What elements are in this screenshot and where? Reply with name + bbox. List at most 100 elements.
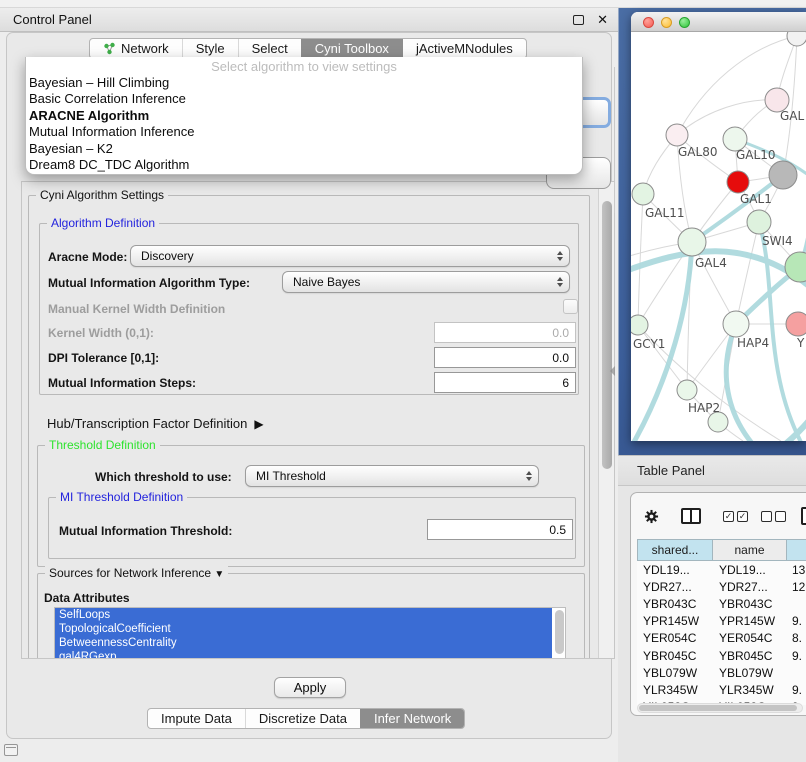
node[interactable] (786, 312, 806, 336)
app-toolbar-edge (0, 0, 806, 8)
node[interactable] (631, 315, 648, 335)
tab-infer-network[interactable]: Infer Network (360, 709, 464, 728)
node[interactable] (677, 380, 697, 400)
network-canvas[interactable]: GAL GAL80 GAL10 GAL1 GAL11 SWI4 GAL4 GCY… (631, 32, 806, 441)
hub-transcription-section-toggle[interactable]: Hub/Transcription Factor Definition ▶ (47, 416, 264, 431)
close-icon[interactable]: ✕ (597, 12, 608, 28)
aracne-mode-select[interactable]: Discovery (130, 245, 570, 267)
tab-impute-data[interactable]: Impute Data (148, 709, 245, 728)
collapse-arrow-icon: ▼ (214, 569, 224, 580)
table-row[interactable]: YPR145WYPR145W9. (637, 613, 806, 630)
data-attributes-list[interactable]: SelfLoops TopologicalCoefficient Between… (54, 607, 566, 659)
apply-button[interactable]: Apply (274, 677, 346, 698)
node-selected[interactable] (727, 171, 749, 193)
sources-section-toggle[interactable]: Sources for Network Inference ▼ (45, 566, 228, 580)
which-threshold-label: Which threshold to use: (95, 470, 232, 484)
table-toolbar: ✓ ✓ (631, 493, 806, 539)
dropdown-item[interactable]: Dream8 DC_TDC Algorithm (26, 157, 582, 173)
node[interactable] (666, 124, 688, 146)
attribute-item[interactable]: SelfLoops (55, 608, 552, 622)
threshold-definition-group: Threshold Definition Which threshold to … (37, 445, 585, 567)
manual-kernel-checkbox[interactable] (563, 299, 578, 314)
expand-arrow-icon: ▶ (254, 417, 263, 431)
export-table-button[interactable] (801, 507, 806, 525)
collapsed-panel-icon[interactable] (4, 744, 18, 756)
node-label: GAL4 (695, 256, 727, 270)
mi-threshold-definition-group: MI Threshold Definition Mutual Informati… (48, 497, 576, 559)
tab-jactivemnodules[interactable]: jActiveMNodules (402, 39, 526, 58)
network-window-titlebar[interactable] (631, 12, 806, 32)
network-graph: GAL GAL80 GAL10 GAL1 GAL11 SWI4 GAL4 GCY… (631, 32, 806, 441)
table-hscrollbar[interactable] (637, 703, 803, 713)
node-label: GAL10 (736, 148, 775, 162)
checked-box-icon: ✓ (723, 511, 734, 522)
combo-spinner-icon (557, 272, 563, 292)
kernel-width-field[interactable]: 0.0 (434, 322, 576, 343)
unchecked-box-icon (761, 511, 772, 522)
node[interactable] (632, 183, 654, 205)
close-window-icon[interactable] (643, 17, 654, 28)
tab-cyni-toolbox[interactable]: Cyni Toolbox (301, 39, 402, 58)
node[interactable] (678, 228, 706, 256)
manual-kernel-label: Manual Kernel Width Definition (48, 302, 225, 316)
split-columns-icon (681, 508, 701, 524)
table-row[interactable]: YER054CYER054C8. (637, 630, 806, 647)
group-title: Threshold Definition (45, 438, 160, 452)
combo-spinner-icon (557, 246, 563, 266)
list-scrollbar[interactable] (555, 610, 564, 654)
data-attributes-label: Data Attributes (44, 591, 130, 605)
dropdown-item[interactable]: Mutual Information Inference (26, 124, 582, 140)
table-panel-titlebar: Table Panel (618, 455, 806, 486)
table-row[interactable]: YBR045CYBR045C9. (637, 647, 806, 664)
which-threshold-select[interactable]: MI Threshold (245, 465, 539, 487)
node-label: GCY1 (633, 337, 665, 351)
dropdown-item-selected[interactable]: ARACNE Algorithm (26, 108, 582, 124)
dpi-tolerance-field[interactable]: 0.0 (434, 347, 576, 368)
zoom-window-icon[interactable] (679, 17, 690, 28)
deselect-all-columns-button[interactable] (761, 511, 786, 522)
node[interactable] (723, 311, 749, 337)
column-header-name[interactable]: name (713, 539, 787, 561)
table-row[interactable]: YLR345WYLR345W9. (637, 681, 806, 698)
node[interactable] (787, 32, 806, 46)
tab-select[interactable]: Select (238, 39, 301, 58)
mi-steps-field[interactable]: 6 (434, 372, 576, 393)
aracne-mode-label: Aracne Mode: (48, 250, 127, 264)
node[interactable] (747, 210, 771, 234)
column-header-partial[interactable] (787, 539, 806, 561)
tab-style[interactable]: Style (182, 39, 238, 58)
settings-scrollbar[interactable] (598, 182, 614, 658)
dropdown-item[interactable]: Bayesian – K2 (26, 141, 582, 157)
column-header-shared-name[interactable]: shared... (637, 539, 713, 561)
divider-collapse-handle[interactable] (610, 366, 615, 376)
table-row[interactable]: YDL19...YDL19...13 (637, 561, 806, 578)
combo-spinner-icon (526, 466, 532, 486)
control-panel: Network Style Select Cyni Toolbox jActiv… (6, 32, 612, 739)
table-row[interactable]: YBL079WYBL079W (637, 664, 806, 681)
node[interactable] (769, 161, 797, 189)
select-all-columns-button[interactable]: ✓ ✓ (723, 511, 748, 522)
sources-group: Sources for Network Inference ▼ Data Att… (37, 573, 585, 659)
tab-discretize-data[interactable]: Discretize Data (245, 709, 360, 728)
dpi-tolerance-label: DPI Tolerance [0,1]: (48, 351, 159, 365)
dropdown-item[interactable]: Basic Correlation Inference (26, 91, 582, 107)
table-row[interactable]: YDR27...YDR27...12 (637, 578, 806, 595)
dropdown-placeholder: Select algorithm to view settings (26, 59, 582, 75)
minimize-window-icon[interactable] (661, 17, 672, 28)
mi-algorithm-type-select[interactable]: Naive Bayes (282, 271, 570, 293)
column-layout-button[interactable] (681, 508, 701, 524)
dropdown-item[interactable]: Bayesian – Hill Climbing (26, 75, 582, 91)
attribute-item[interactable]: TopologicalCoefficient (55, 622, 552, 636)
table-settings-button[interactable] (644, 509, 659, 524)
attribute-item[interactable]: BetweennessCentrality (55, 636, 552, 650)
node-label: GAL80 (678, 145, 717, 159)
hidden-panel-border (614, 67, 615, 213)
mi-threshold-field[interactable]: 0.5 (427, 519, 573, 540)
settings-scroll-viewport: Cyni Algorithm Settings Algorithm Defini… (21, 181, 615, 659)
float-panel-icon[interactable] (573, 15, 584, 25)
tab-network[interactable]: Network (90, 39, 182, 58)
table-row[interactable]: YBR043CYBR043C (637, 595, 806, 612)
node-label: GAL11 (645, 206, 684, 220)
node[interactable] (708, 412, 728, 432)
attribute-item[interactable]: gal4RGexp (55, 650, 552, 659)
